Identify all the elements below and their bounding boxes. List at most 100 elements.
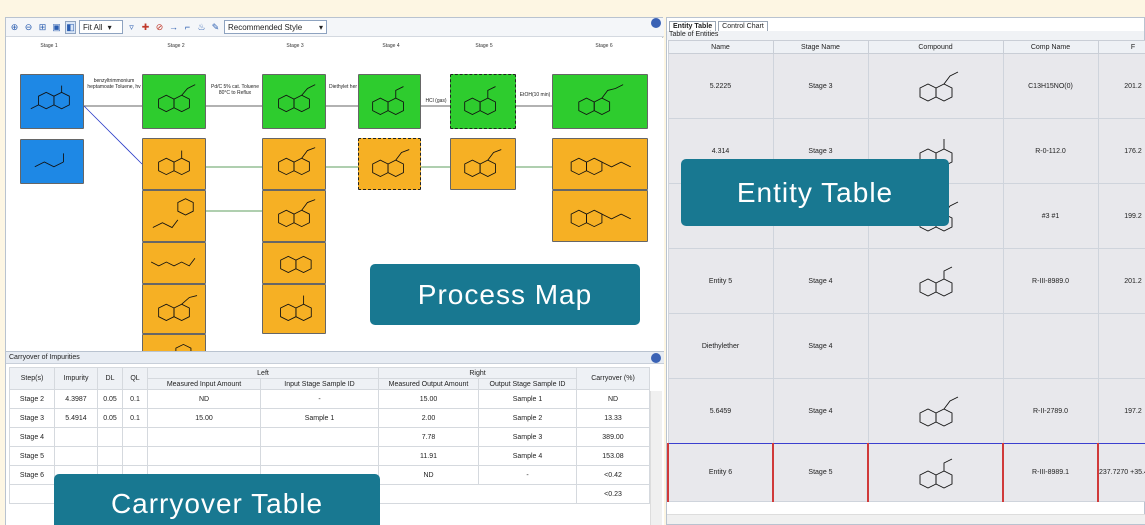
style-icon[interactable]: ♨ <box>196 21 207 34</box>
process-map-canvas[interactable]: Stage 1 Stage 2 Stage 3 Stage 4 Stage 5 … <box>6 38 664 368</box>
compound-node[interactable] <box>142 138 206 190</box>
col-header[interactable]: Output Stage Sample ID <box>478 378 577 390</box>
style-brush-icon[interactable]: ✎ <box>210 21 221 34</box>
compound-node[interactable] <box>142 74 206 129</box>
compound-node[interactable] <box>262 138 326 190</box>
cell: 15.00 <box>378 389 479 409</box>
cell: R-III-8989.0 <box>1002 248 1099 314</box>
cell: Sample 1 <box>478 389 577 409</box>
cell: 13.33 <box>576 408 650 428</box>
cell: 0.1 <box>122 408 148 428</box>
step-icon[interactable]: ⌐ <box>182 21 193 34</box>
remove-icon[interactable]: ⊘ <box>154 21 165 34</box>
cell: Entity 6 <box>667 443 774 502</box>
table-row[interactable]: 5.6459 Stage 4 R-II-2789.0 197.2 <box>667 378 1145 444</box>
molecule-icon <box>919 71 958 102</box>
compound-node[interactable] <box>262 74 326 129</box>
cell: 0.05 <box>97 408 123 428</box>
col-header[interactable]: Comp Name <box>1002 40 1099 54</box>
col-header[interactable]: Impurity <box>54 367 98 390</box>
table-row[interactable]: Stage 5 11.91 Sample 4 153.08 <box>9 446 650 466</box>
compound-cell <box>867 248 1004 314</box>
molecule-icon <box>919 458 952 489</box>
table-row[interactable]: 5.2225 Stage 3 C13H15NO(0) 201.2 <box>667 53 1145 119</box>
cell <box>54 446 98 466</box>
cell: C13H15NO(0) <box>1002 53 1099 119</box>
horizontal-scrollbar[interactable] <box>667 514 1145 524</box>
compound-node[interactable] <box>552 138 648 190</box>
cell: 176.2 <box>1097 118 1145 184</box>
vertical-scrollbar[interactable] <box>650 391 662 525</box>
stage-label-4: Stage 4 <box>382 43 400 49</box>
col-header: Left <box>147 367 379 379</box>
add-node-icon[interactable]: ✚ <box>140 21 151 34</box>
cell: 4.3987 <box>54 389 98 409</box>
col-header[interactable]: Carryover (%) <box>576 367 650 390</box>
compound-node[interactable] <box>142 190 206 242</box>
cell: ND <box>576 389 650 409</box>
table-row[interactable]: Entity 5 Stage 4 R-III-8989.0 201.2 <box>667 248 1145 314</box>
col-header[interactable]: Input Stage Sample ID <box>260 378 379 390</box>
filter-icon[interactable]: ▿ <box>126 21 137 34</box>
molecule-icon <box>919 396 958 427</box>
table-row[interactable]: Stage 4 7.78 Sample 3 389.00 <box>9 427 650 447</box>
cell: 5.6459 <box>667 378 774 444</box>
table-row[interactable]: Diethylether Stage 4 <box>667 313 1145 379</box>
table-row[interactable]: Entity 6 Stage 5 R-III-8989.1 237.7270 +35.… <box>667 443 1145 502</box>
compound-node[interactable] <box>262 242 326 284</box>
col-header[interactable]: Measured Output Amount <box>378 378 479 390</box>
compound-node[interactable] <box>450 138 516 190</box>
compound-node[interactable] <box>142 242 206 284</box>
compound-node[interactable] <box>450 74 516 129</box>
fit-icon[interactable]: ◧ <box>65 20 76 34</box>
cell: 0.05 <box>97 389 123 409</box>
compound-cell <box>867 313 1004 379</box>
cell: 2.00 <box>378 408 479 428</box>
compound-node[interactable] <box>358 138 421 190</box>
table-row[interactable]: Stage 2 4.3987 0.05 0.1 ND -15.00 Sample 1 ND <box>9 389 650 409</box>
cell: Stage 5 <box>772 443 869 502</box>
zoom-out-icon[interactable]: ⊖ <box>23 21 34 34</box>
col-header[interactable]: Compound <box>867 40 1004 54</box>
layout-icon[interactable]: ▣ <box>51 21 62 34</box>
col-header[interactable]: Name <box>667 40 774 54</box>
molecule-icon <box>570 209 631 228</box>
cell: R-III-8989.1 <box>1002 443 1099 502</box>
reaction-condition: Diethylet her <box>328 84 358 90</box>
col-header[interactable]: Step(s) <box>9 367 55 390</box>
tab-control-chart[interactable]: Control Chart <box>718 21 768 31</box>
panel-toggle-icon[interactable] <box>651 18 661 28</box>
panel-toggle-icon[interactable] <box>651 353 661 363</box>
cell: Stage 4 <box>772 313 869 379</box>
cell: <0.42 <box>576 465 650 485</box>
cell: ND <box>147 389 261 409</box>
compound-node[interactable] <box>552 74 648 129</box>
cell <box>260 427 379 447</box>
zoom-region-icon[interactable]: ⊞ <box>37 21 48 34</box>
compound-node[interactable] <box>358 74 421 129</box>
compound-node[interactable] <box>552 190 648 242</box>
cell: R-II-2789.0 <box>1002 378 1099 444</box>
col-header[interactable]: Stage Name <box>772 40 869 54</box>
cell <box>260 446 379 466</box>
table-row[interactable]: Stage 3 5.4914 0.05 0.1 15.00 Sample 1 2.00 Sam… <box>9 408 650 428</box>
compound-node[interactable] <box>20 74 84 129</box>
compound-node[interactable] <box>262 190 326 242</box>
col-header[interactable]: F <box>1097 40 1145 54</box>
style-select[interactable]: Recommended Style ▾ <box>224 20 327 34</box>
arrow-icon[interactable]: → <box>168 21 179 34</box>
entity-tabs: Entity Table Control Chart <box>667 18 1144 31</box>
molecule-icon <box>34 153 64 168</box>
compound-node[interactable] <box>20 139 84 184</box>
col-header[interactable]: Measured Input Amount <box>147 378 261 390</box>
tab-entity-table[interactable]: Entity Table <box>669 21 717 31</box>
compound-node[interactable] <box>142 284 206 334</box>
col-header[interactable]: DL <box>97 367 123 390</box>
col-header[interactable]: QL <box>122 367 148 390</box>
molecule-icon <box>280 295 312 322</box>
compound-node[interactable] <box>262 284 326 334</box>
entity-table-title: Table of Entities <box>667 31 1144 40</box>
cell: Stage 6 <box>9 465 55 485</box>
fit-select[interactable]: Fit All ▾ <box>79 20 123 34</box>
zoom-in-icon[interactable]: ⊕ <box>9 21 20 34</box>
